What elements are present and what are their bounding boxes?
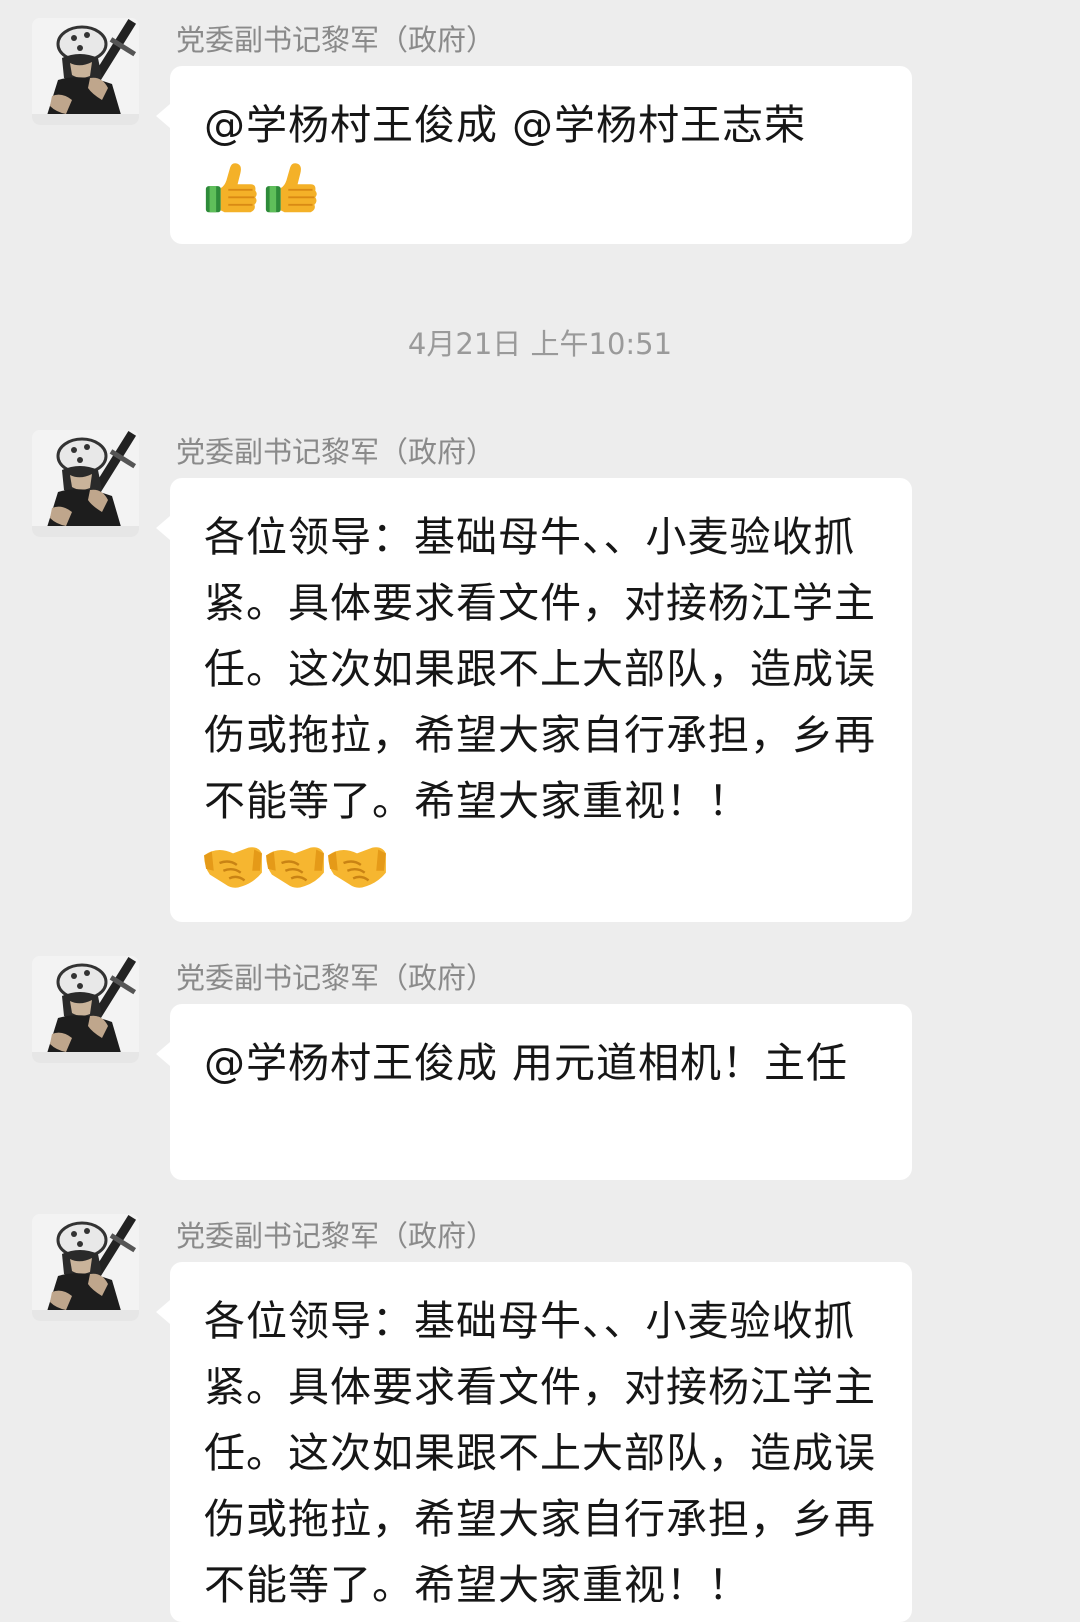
sender-avatar[interactable]	[32, 18, 139, 125]
emoji-row	[204, 834, 882, 894]
sender-name: 党委副书记黎军（政府）	[176, 1219, 496, 1253]
handshake-icon	[204, 846, 262, 889]
emoji-row	[204, 158, 882, 218]
message-text: 各位领导：基础母牛、、小麦验收抓紧。具体要求看文件，对接杨江学主任。这次如果跟不…	[204, 513, 876, 825]
sender-avatar[interactable]	[32, 430, 139, 537]
message-bubble[interactable]: 各位领导：基础母牛、、小麦验收抓紧。具体要求看文件，对接杨江学主任。这次如果跟不…	[156, 478, 912, 922]
sender-avatar[interactable]	[32, 956, 139, 1063]
thumbs-up-icon	[264, 162, 318, 214]
handshake-icon	[328, 846, 386, 889]
message-bubble[interactable]: @学杨村王俊成 用元道相机！主任	[156, 1004, 912, 1180]
sender-name: 党委副书记黎军（政府）	[176, 435, 496, 469]
message-text: @学杨村王俊成 用元道相机！主任	[204, 1039, 849, 1087]
message-bubble[interactable]: @学杨村王俊成 @学杨村王志荣	[156, 66, 912, 244]
message-text: 各位领导：基础母牛、、小麦验收抓紧。具体要求看文件，对接杨江学主任。这次如果跟不…	[204, 1297, 876, 1609]
sender-name: 党委副书记黎军（政府）	[176, 961, 496, 995]
message-text: @学杨村王俊成 @学杨村王志荣	[204, 101, 807, 149]
message-bubble[interactable]: 各位领导：基础母牛、、小麦验收抓紧。具体要求看文件，对接杨江学主任。这次如果跟不…	[156, 1262, 912, 1622]
handshake-icon	[266, 846, 324, 889]
chat-message-list[interactable]: 党委副书记黎军（政府） @学杨村王俊成 @学杨村王志荣 4月21日 上午10:5…	[0, 0, 1080, 1622]
thumbs-up-icon	[204, 162, 258, 214]
chat-timestamp: 4月21日 上午10:51	[407, 327, 673, 361]
sender-avatar[interactable]	[32, 1214, 139, 1321]
sender-name: 党委副书记黎军（政府）	[176, 23, 496, 57]
